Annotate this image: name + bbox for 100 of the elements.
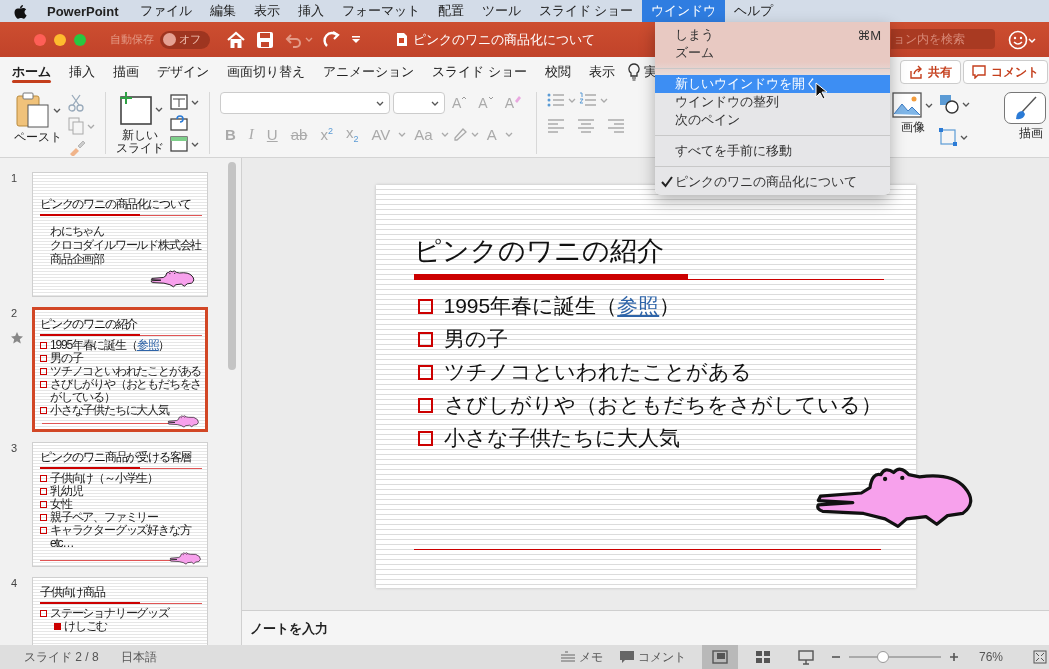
customize-toolbar-icon[interactable] bbox=[351, 35, 361, 44]
bullet-square-icon bbox=[417, 364, 433, 380]
comments-button[interactable]: コメント bbox=[963, 60, 1048, 84]
menu-item[interactable]: フォーマット bbox=[332, 0, 429, 22]
bullet-text: 男の子 bbox=[443, 326, 508, 352]
ribbon-tab[interactable]: 画面切り替え bbox=[218, 57, 314, 86]
caret-icon[interactable] bbox=[52, 107, 61, 113]
menu-item[interactable]: 挿入 bbox=[288, 0, 333, 22]
shapes-icon[interactable] bbox=[939, 94, 959, 114]
menu-item[interactable]: すべてを手前に移動 bbox=[655, 142, 890, 160]
slide-thumbnail[interactable]: ピンクのワニ商品が受ける客層 子供向け（～小学生） 乳幼児 女性 親子ペア、ファミリー キャラクターグッズ好きな方 etc… bbox=[32, 442, 208, 567]
menu-item[interactable]: 編集 bbox=[200, 0, 245, 22]
app-name[interactable]: PowerPoint bbox=[47, 3, 119, 19]
reference-link[interactable]: 参照 bbox=[136, 338, 159, 352]
zoom-percentage[interactable]: 76% bbox=[979, 650, 1004, 664]
caret-icon[interactable] bbox=[376, 100, 384, 106]
eraser-icon bbox=[514, 95, 523, 103]
bullet-square-icon bbox=[417, 430, 433, 446]
menu-item[interactable]: ウインドウ bbox=[642, 0, 726, 22]
document-icon bbox=[395, 32, 408, 47]
bullet-square-icon bbox=[417, 298, 433, 314]
caret-icon[interactable] bbox=[191, 99, 199, 105]
ribbon-tab[interactable]: デザイン bbox=[148, 57, 218, 86]
scissors-icon[interactable] bbox=[68, 94, 84, 112]
notes-field[interactable]: ノートを入力 bbox=[248, 619, 452, 637]
fit-to-window-icon[interactable] bbox=[1033, 650, 1048, 664]
crocodile-drawing bbox=[150, 267, 197, 288]
reading-view-icon bbox=[798, 649, 814, 665]
caret-icon[interactable] bbox=[431, 100, 439, 106]
caret-icon[interactable] bbox=[154, 106, 163, 112]
bullet-text: 1995年春に誕生（参照） bbox=[50, 339, 170, 352]
slide-thumbnail[interactable]: 子供向け商品 ステーショナリーグッズ けしごむ bbox=[32, 577, 208, 645]
caret-down-icon bbox=[487, 95, 494, 100]
reset-icon[interactable] bbox=[170, 115, 188, 131]
caret-up-icon bbox=[461, 95, 468, 100]
ribbon-tab[interactable]: 描画 bbox=[104, 57, 148, 86]
undo-icon[interactable] bbox=[284, 31, 302, 48]
slide-title: ピンクのワニの紹介 bbox=[413, 234, 665, 268]
document-title: ピンクのワニの商品化について bbox=[412, 30, 595, 49]
menu-item[interactable]: ファイル bbox=[130, 0, 201, 22]
menu-item[interactable]: ツール bbox=[472, 0, 530, 22]
lightbulb-icon[interactable] bbox=[627, 62, 640, 81]
bullet-square-icon bbox=[40, 527, 47, 534]
language-label[interactable]: 日本語 bbox=[120, 648, 157, 666]
comment-icon bbox=[972, 65, 986, 79]
zoom-button[interactable] bbox=[74, 33, 86, 46]
apple-icon[interactable] bbox=[14, 3, 27, 19]
normal-view-button[interactable] bbox=[702, 645, 738, 669]
paste-icon[interactable] bbox=[15, 92, 50, 128]
ribbon-tab[interactable]: ホーム bbox=[3, 57, 60, 86]
crocodile-drawing bbox=[169, 550, 203, 565]
search-field[interactable]: ョン内を検索 bbox=[891, 29, 995, 49]
notes-button[interactable]: メモ bbox=[560, 648, 603, 666]
scrollbar[interactable] bbox=[228, 162, 236, 370]
bullet-text: 男の子 bbox=[50, 352, 83, 365]
slide-thumbnail[interactable]: ピンクのワニの紹介 1995年春に誕生（参照） 男の子 ツチノコといわれたことがある さびしがりや（おともだちをさがしている） 小さな子供たちに大人気 bbox=[32, 307, 208, 432]
bullets-icon[interactable] bbox=[547, 92, 566, 108]
menu-item[interactable]: 配置 bbox=[428, 0, 473, 22]
minimize-button[interactable] bbox=[54, 33, 66, 46]
ribbon-tab[interactable]: 表示 bbox=[579, 57, 624, 86]
new-slide-label: 新しい スライド bbox=[116, 129, 164, 155]
caret-icon[interactable] bbox=[191, 141, 199, 147]
home-icon[interactable] bbox=[226, 30, 246, 49]
caret-icon[interactable] bbox=[960, 134, 968, 140]
layout-icon[interactable] bbox=[170, 94, 188, 110]
ribbon-tab[interactable]: スライド ショー bbox=[423, 57, 536, 86]
redo-icon[interactable] bbox=[323, 30, 341, 49]
comments-button[interactable]: コメント bbox=[619, 648, 686, 666]
picture-icon[interactable] bbox=[892, 92, 922, 118]
bullet-square-icon bbox=[40, 610, 47, 617]
menu-item[interactable]: ウインドウの整列 bbox=[655, 93, 890, 111]
caret-icon[interactable] bbox=[962, 101, 970, 107]
ribbon-tab[interactable]: アニメーション bbox=[314, 57, 423, 86]
share-icon bbox=[909, 65, 923, 79]
caret-icon[interactable] bbox=[925, 102, 933, 108]
menu-item[interactable]: しまう ⌘M bbox=[655, 26, 890, 44]
smiley-icon[interactable] bbox=[1008, 30, 1036, 50]
share-button[interactable]: 共有 bbox=[900, 60, 961, 84]
highlighter-icon[interactable] bbox=[451, 126, 468, 142]
menu-item[interactable]: ヘルプ bbox=[725, 0, 783, 22]
autosave-toggle[interactable]: オフ bbox=[160, 30, 210, 49]
bullet-text: 乳幼児 bbox=[50, 485, 83, 498]
zoom-in-icon[interactable] bbox=[949, 652, 959, 662]
section-icon[interactable] bbox=[170, 136, 188, 152]
menu-item[interactable]: ズーム bbox=[655, 44, 890, 62]
bullet-text: さびしがりや（おともだちをさがしている） bbox=[50, 378, 202, 404]
menu-item[interactable]: 次のペイン bbox=[655, 111, 890, 129]
menu-item[interactable]: ピンクのワニの商品化について bbox=[655, 173, 890, 191]
reference-link[interactable]: 参照 bbox=[617, 294, 660, 317]
ribbon-tab[interactable]: 校閲 bbox=[535, 57, 580, 86]
text-box-icon[interactable] bbox=[939, 128, 957, 146]
ribbon-tab[interactable]: 挿入 bbox=[60, 57, 104, 86]
draw-button[interactable] bbox=[1004, 92, 1046, 124]
new-slide-icon[interactable] bbox=[117, 92, 152, 126]
menu-item[interactable]: 表示 bbox=[244, 0, 289, 22]
slide-thumbnail[interactable]: ピンクのワニの商品化について わにちゃん クロコダイルワールド株式会社 商品企画部 bbox=[32, 172, 208, 297]
bullet-text: 親子ペア、ファミリー bbox=[50, 511, 158, 524]
save-icon[interactable] bbox=[256, 30, 274, 49]
thumbnail-text: わにちゃん bbox=[50, 224, 104, 238]
menu-item[interactable]: スライド ショー bbox=[529, 0, 643, 22]
